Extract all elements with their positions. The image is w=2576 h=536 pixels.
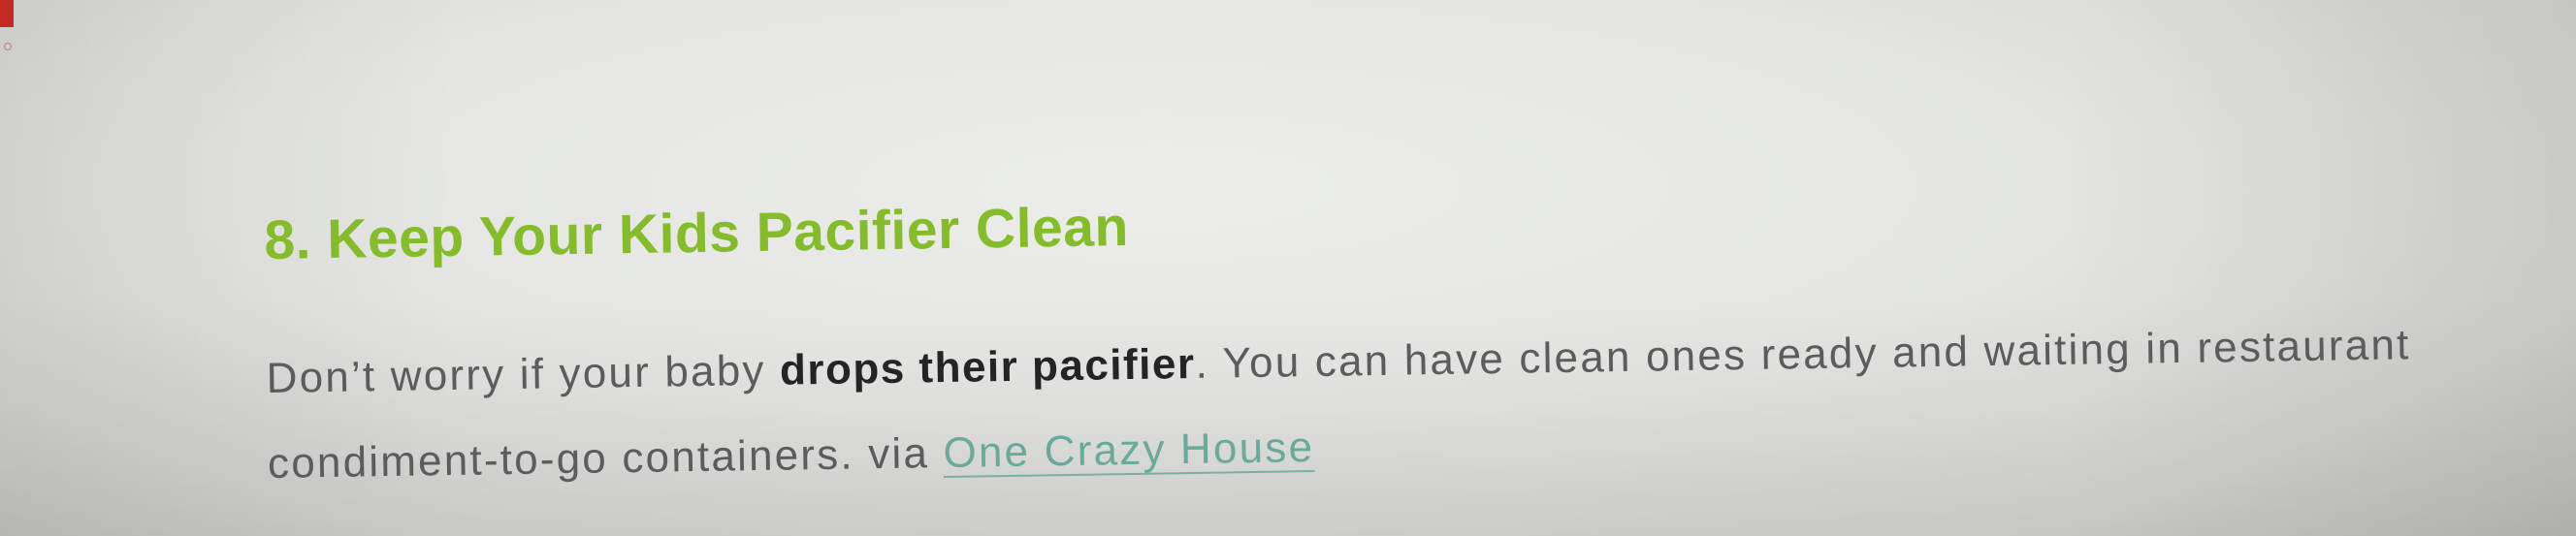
section-paragraph: Don’t worry if your baby drops their pac… — [266, 301, 2498, 507]
corner-marker — [0, 0, 14, 27]
section-heading: 8. Keep Your Kids Pacifier Clean — [263, 195, 1130, 271]
corner-dot — [4, 43, 12, 50]
paragraph-text-middle: . You can have clean ones ready and wait… — [267, 321, 2411, 488]
paragraph-bold-phrase: drops their pacifier — [779, 339, 1196, 394]
paragraph-text-start: Don’t worry if your baby — [266, 346, 781, 402]
article-section: 8. Keep Your Kids Pacifier Clean Don’t w… — [264, 178, 2498, 507]
source-link[interactable]: One Crazy House — [943, 424, 1314, 477]
